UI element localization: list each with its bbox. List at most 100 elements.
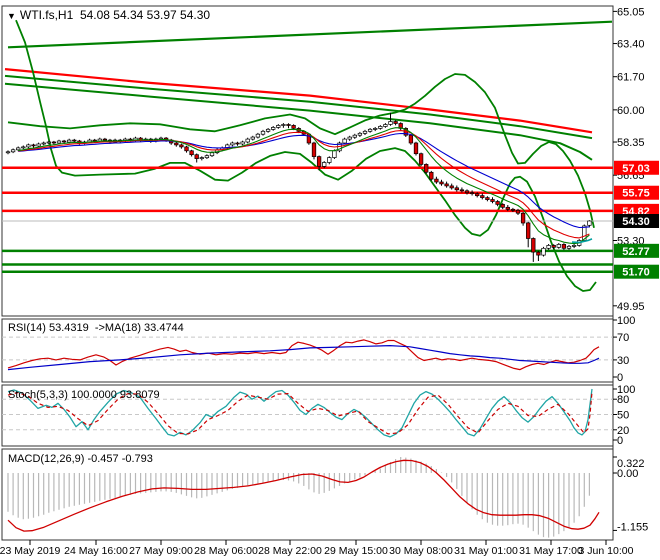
time-axis-label: 29 May 15:00 (324, 545, 388, 557)
main-axis-label: 49.95 (617, 301, 645, 313)
candle-body (276, 125, 281, 128)
candle-body (362, 130, 368, 134)
support-badge-text: 52.77 (622, 246, 650, 258)
candle-body (342, 138, 347, 144)
macd-axis-label: 0.00 (617, 468, 638, 480)
main-axis-label: 58.35 (617, 137, 645, 149)
support-badge-text: 51.70 (622, 267, 650, 279)
main-pane-canvas[interactable] (1, 5, 614, 317)
candle-body (434, 178, 439, 183)
candle-body (174, 142, 179, 146)
candle-body (194, 154, 199, 159)
macd-axis-label: -1.155 (617, 521, 648, 533)
candle-body (541, 247, 546, 256)
candle-body (561, 244, 567, 249)
candle-body (281, 124, 286, 126)
time-axis-label: 24 May 16:00 (64, 545, 128, 557)
candle-body (61, 140, 67, 143)
time-axis-label: 23 May 2019 (0, 545, 61, 557)
candle-body (459, 189, 465, 192)
time-axis-label: 27 May 09:00 (129, 545, 193, 557)
candle-body (469, 192, 475, 195)
candle-body (526, 222, 531, 239)
candle-body (393, 121, 398, 124)
main-axis-label: 63.40 (617, 39, 645, 51)
candle-body (373, 128, 378, 130)
candle-body (475, 193, 480, 197)
candle-body (102, 138, 108, 141)
rsi-indicator-label: RSI(14) 53.4319 ->MA(18) 33.4744 (8, 322, 184, 334)
candle-body (67, 139, 72, 143)
candle-body (46, 141, 51, 144)
time-axis-label: 3 Jun 10:00 (579, 545, 634, 557)
candle-body (245, 138, 250, 143)
time-axis-label: 31 May 17:00 (519, 545, 583, 557)
candle-body (230, 142, 235, 146)
candle-body (418, 153, 424, 165)
candle-body (357, 132, 363, 136)
candle-body (383, 124, 388, 127)
candle-body (332, 150, 337, 158)
candle-body (26, 144, 31, 148)
candle-body (204, 155, 210, 159)
current-price-badge-text: 54.30 (622, 216, 650, 228)
chart-ohlc-label: 54.08 54.34 53.97 54.30 (79, 8, 211, 22)
stoch-axis-label: 0 (617, 435, 623, 447)
candle-body (265, 128, 271, 132)
candle-body (31, 144, 36, 147)
chart-dropdown-icon[interactable]: ▼ (7, 11, 16, 21)
candle-body (500, 204, 505, 208)
main-axis-label: 61.70 (617, 72, 645, 84)
candle-body (240, 141, 245, 145)
candle-body (51, 141, 57, 144)
candle-body (495, 201, 500, 205)
rsi-axis-label: 0 (617, 372, 623, 384)
candle-body (367, 128, 373, 132)
chart-symbol-label: WTI.fs,H1 (19, 8, 74, 22)
main-axis-label: 65.05 (617, 6, 645, 18)
candle-body (10, 149, 16, 153)
candle-body (92, 139, 97, 142)
candle-body (41, 142, 46, 145)
candle-body (72, 139, 77, 142)
candle-body (316, 156, 322, 167)
candle-body (424, 164, 429, 173)
candle-body (531, 238, 536, 253)
candle-body (199, 157, 204, 159)
candle-body (378, 126, 383, 129)
candle-body (444, 183, 449, 187)
candle-body (505, 206, 510, 210)
candle-body (56, 140, 62, 144)
resistance-badge-text: 55.75 (622, 188, 650, 200)
chart-canvas[interactable]: 65.0563.4061.7060.0058.3556.6553.3049.95… (0, 0, 660, 560)
candle-body (347, 136, 352, 140)
candle-body (490, 199, 495, 202)
candle-body (388, 121, 393, 125)
candle-body (515, 209, 521, 214)
candle-body (551, 245, 556, 248)
candle-body (260, 130, 266, 135)
trading-chart-window: 65.05 63.40 61.70 60.00 58.35 56.65 53.30 49.95… (0, 0, 660, 560)
candle-body (327, 157, 332, 163)
candle-body (184, 146, 189, 152)
candle-body (566, 245, 572, 249)
chart-title: ▼ WTI.fs,H1 54.08 54.34 53.97 54.30 (7, 8, 210, 22)
rsi-axis-label: 100 (617, 315, 635, 327)
candle-body (5, 151, 11, 154)
candle-body (408, 134, 414, 144)
candle-body (546, 245, 551, 249)
candle-body (179, 144, 184, 148)
candle-body (322, 162, 327, 167)
candle-body (480, 195, 485, 198)
time-axis-label: 28 May 06:00 (194, 545, 258, 557)
candle-body (556, 244, 561, 248)
candle-body (189, 150, 194, 156)
candle-body (429, 171, 434, 180)
candle-body (587, 220, 592, 226)
rsi-axis-label: 70 (617, 332, 629, 344)
candle-body (255, 133, 261, 138)
main-axis-label: 60.00 (617, 105, 645, 117)
macd-indicator-label: MACD(12,26,9) -0.457 -0.793 (8, 453, 153, 465)
candle-body (352, 134, 357, 138)
candle-body (291, 125, 296, 129)
